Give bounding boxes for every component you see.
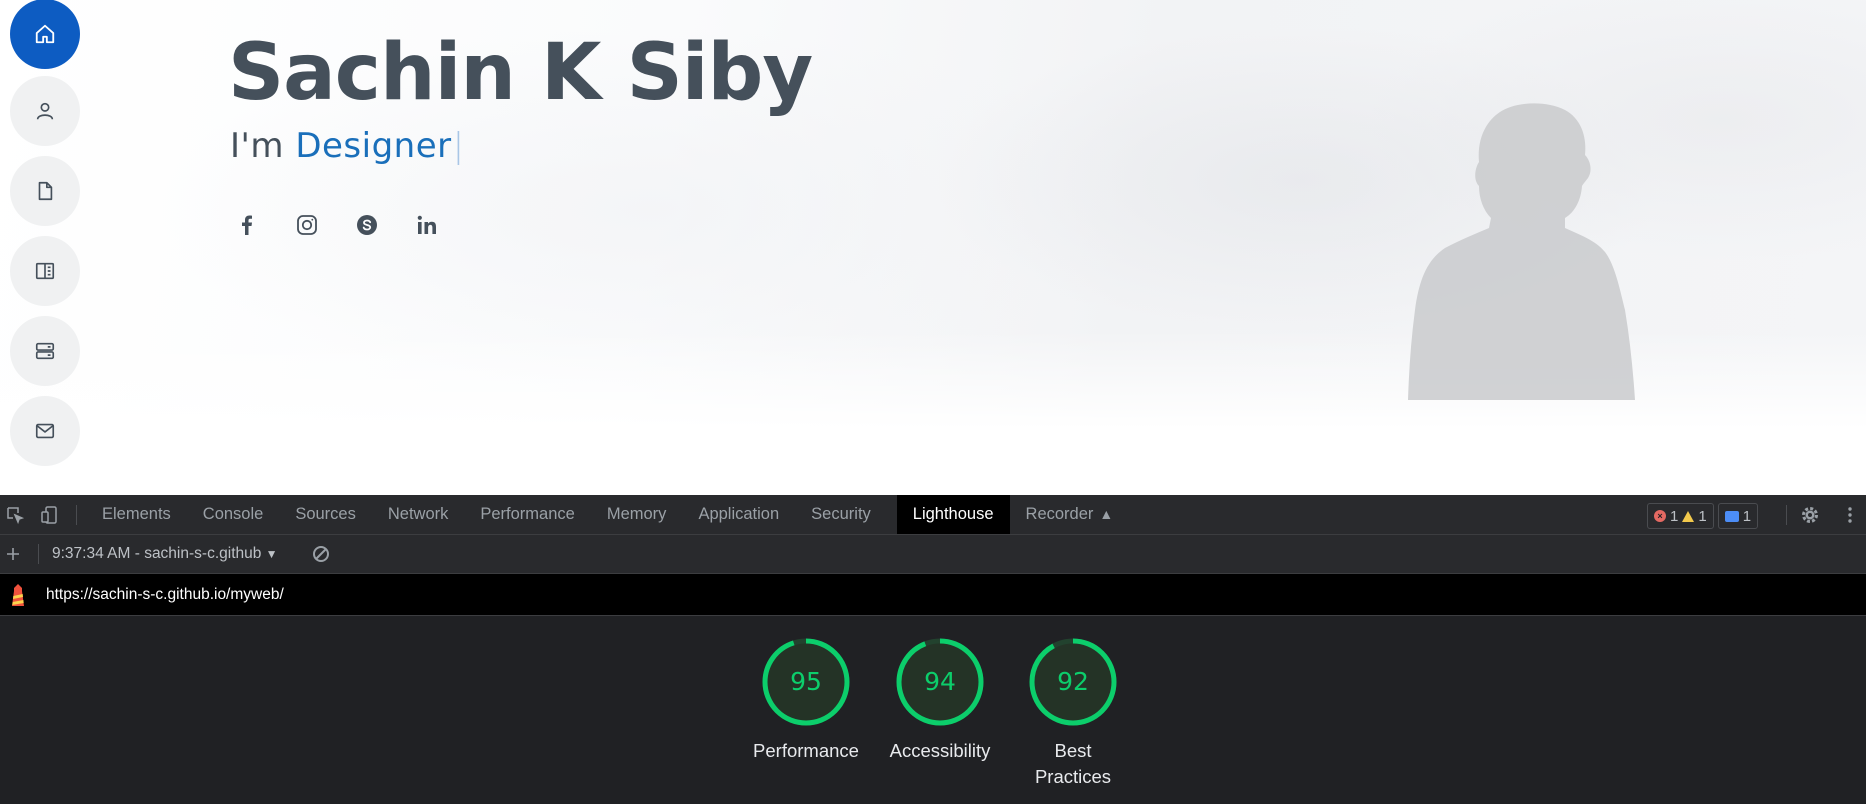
report-selector-label: 9:37:34 AM - sachin-s-c.github xyxy=(52,545,262,562)
settings-gear-icon[interactable] xyxy=(1800,505,1820,525)
tab-sources[interactable]: Sources xyxy=(279,495,372,534)
score-ring: 94 xyxy=(896,638,984,726)
error-icon: × xyxy=(1654,510,1666,522)
errors-warnings-counter[interactable]: × 1 1 xyxy=(1647,503,1714,529)
instagram-icon xyxy=(297,215,317,235)
clear-all-icon[interactable] xyxy=(311,544,331,564)
devtools-panel: Elements Console Sources Network Perform… xyxy=(0,495,1866,804)
facebook-icon xyxy=(242,215,252,235)
profile-silhouette-image xyxy=(1408,103,1635,400)
tab-elements[interactable]: Elements xyxy=(86,495,187,534)
report-url-bar: https://sachin-s-c.github.io/myweb/ xyxy=(0,574,1866,616)
nav-services-button[interactable] xyxy=(10,316,80,386)
tagline-prefix: I'm xyxy=(230,126,296,166)
experiment-icon: ▲ xyxy=(1099,506,1114,522)
device-toolbar-icon[interactable] xyxy=(40,505,60,525)
instagram-link[interactable] xyxy=(292,210,322,240)
message-icon xyxy=(1724,510,1739,522)
tab-application[interactable]: Application xyxy=(682,495,795,534)
tab-recorder[interactable]: Recorder ▲ xyxy=(1010,495,1130,534)
hero-name: Sachin K Siby xyxy=(228,28,813,118)
new-report-plus-icon[interactable] xyxy=(3,544,23,564)
file-icon xyxy=(38,181,53,201)
message-count: 1 xyxy=(1742,507,1752,525)
error-count: 1 xyxy=(1670,507,1679,525)
tab-performance[interactable]: Performance xyxy=(464,495,590,534)
tab-recorder-label: Recorder xyxy=(1025,505,1094,523)
tab-memory[interactable]: Memory xyxy=(591,495,683,534)
score-ring: 92 xyxy=(1029,638,1117,726)
tab-lighthouse[interactable]: Lighthouse xyxy=(896,495,1010,534)
linkedin-link[interactable] xyxy=(412,210,442,240)
hero-tagline: I'm Designer| xyxy=(230,126,465,166)
tab-console[interactable]: Console xyxy=(187,495,280,534)
tagline-typed-word: Designer xyxy=(295,126,452,166)
skype-link[interactable] xyxy=(352,210,382,240)
person-icon xyxy=(36,102,54,120)
social-links xyxy=(232,210,442,240)
score-label: Accessibility xyxy=(889,740,991,761)
gauge-best-practices[interactable]: 92 Best Practices xyxy=(998,636,1148,790)
gauge-performance[interactable]: 95 Performance xyxy=(731,636,881,764)
more-options-icon[interactable] xyxy=(1840,505,1860,525)
devtools-tabs: Elements Console Sources Network Perform… xyxy=(86,495,1129,534)
report-url: https://sachin-s-c.github.io/myweb/ xyxy=(46,586,284,603)
lighthouse-subtoolbar: 9:37:34 AM - sachin-s-c.github ▼ xyxy=(0,535,1866,574)
score-value: 95 xyxy=(790,667,822,696)
warning-icon xyxy=(1682,510,1695,522)
warning-count: 1 xyxy=(1698,507,1707,525)
nav-home-button[interactable] xyxy=(10,0,80,69)
report-selector[interactable]: 9:37:34 AM - sachin-s-c.github ▼ xyxy=(52,535,278,573)
score-value: 94 xyxy=(924,667,956,696)
tab-security[interactable]: Security xyxy=(795,495,887,534)
score-gauges: 95 Performance 94 Accessibility 92 Best Pract… xyxy=(0,616,1866,804)
devtools-toolbar: Elements Console Sources Network Perform… xyxy=(0,495,1866,535)
typing-cursor: | xyxy=(452,126,465,166)
lighthouse-logo-icon xyxy=(12,584,24,606)
issue-counters: × 1 1 1 xyxy=(1647,503,1759,529)
portfolio-hero: Sachin K Siby I'm Designer| xyxy=(0,0,1866,495)
linkedin-icon xyxy=(417,215,436,234)
gauge-accessibility[interactable]: 94 Accessibility xyxy=(865,636,1015,764)
issues-counter[interactable]: 1 xyxy=(1717,503,1759,529)
home-icon xyxy=(35,24,55,44)
facebook-link[interactable] xyxy=(232,210,262,240)
score-label: Performance xyxy=(753,740,859,761)
score-ring: 95 xyxy=(762,638,850,726)
nav-resume-button[interactable] xyxy=(10,156,80,226)
book-icon xyxy=(35,262,55,280)
mail-icon xyxy=(35,423,55,439)
server-icon xyxy=(35,342,55,360)
inspect-element-icon[interactable] xyxy=(5,505,25,525)
tab-network[interactable]: Network xyxy=(372,495,465,534)
chevron-down-icon: ▼ xyxy=(265,547,278,561)
nav-contact-button[interactable] xyxy=(10,396,80,466)
score-label: Best Practices xyxy=(1034,740,1112,787)
nav-about-button[interactable] xyxy=(10,76,80,146)
nav-portfolio-button[interactable] xyxy=(10,236,80,306)
skype-icon xyxy=(357,215,377,235)
score-value: 92 xyxy=(1057,667,1089,696)
